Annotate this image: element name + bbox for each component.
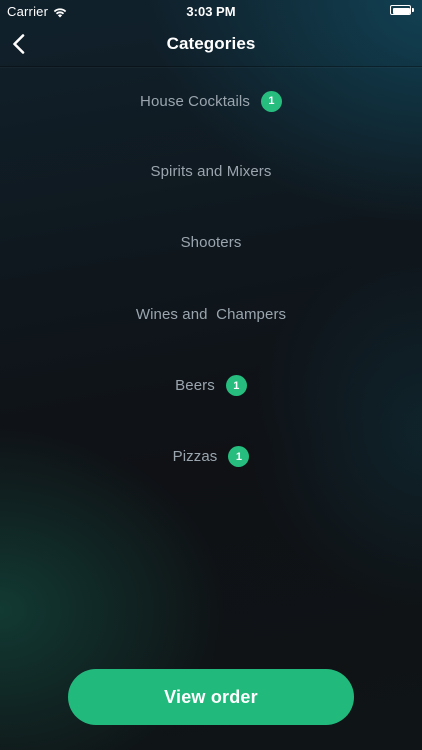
navigation-bar: Categories (0, 22, 422, 67)
count-badge: 1 (260, 90, 282, 112)
count-badge: 1 (228, 446, 250, 468)
category-item[interactable]: Pizzas 1 (0, 421, 422, 492)
category-list: House Cocktails 1 Spirits and Mixers Sho… (0, 66, 422, 492)
count-badge: 1 (225, 375, 247, 397)
category-label: Spirits and Mixers (150, 163, 272, 181)
category-label: Shooters (180, 234, 242, 252)
status-time: 3:03 PM (186, 4, 236, 19)
category-item[interactable]: Wines and Champers (0, 279, 422, 350)
battery-icon (390, 5, 415, 16)
battery-body (390, 5, 411, 15)
page-title: Categories (166, 34, 256, 53)
category-item[interactable]: Beers 1 (0, 350, 422, 421)
status-bar: Carrier 3:03 PM (0, 0, 422, 22)
battery-fill (393, 8, 410, 14)
category-label: House Cocktails (140, 92, 250, 110)
category-item[interactable]: Shooters (0, 207, 422, 278)
category-item[interactable]: Spirits and Mixers (0, 136, 422, 207)
category-label: Beers (175, 377, 215, 395)
view-order-button[interactable]: View order (68, 669, 354, 725)
category-item[interactable]: House Cocktails 1 (0, 66, 422, 136)
category-label: Pizzas (172, 448, 218, 466)
battery-tip (412, 8, 414, 12)
category-label: Wines and Champers (135, 305, 287, 323)
